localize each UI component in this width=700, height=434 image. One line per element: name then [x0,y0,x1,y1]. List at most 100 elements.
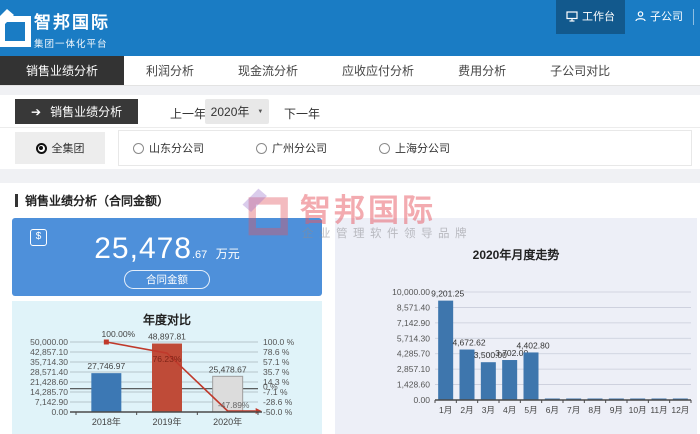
svg-text:35,714.30: 35,714.30 [30,357,68,367]
svg-text:25,478.67: 25,478.67 [209,364,247,374]
tab-5[interactable]: 费用分析 [436,56,528,85]
svg-text:48,897.81: 48,897.81 [148,332,186,342]
svg-text:50,000.00: 50,000.00 [30,337,68,347]
svg-text:-50.0 %: -50.0 % [263,407,293,417]
radio-label: 山东分公司 [149,143,204,155]
scope-option-all-group[interactable]: 全集团 [15,132,105,164]
radio-label: 广州分公司 [272,143,327,155]
title-accent-bar [15,194,18,207]
svg-text:1,428.60: 1,428.60 [397,380,430,390]
svg-text:-28.6 %: -28.6 % [263,397,293,407]
yearly-chart-canvas: 50,000.00 100.0 % 42,857.10 78.6 % 35,714.30… [30,329,295,427]
contract-amount-card: $ 25,478.67 万元 合同金额 [12,218,322,296]
yearly-comparison-chart: 年度对比 50,000.00 100.0 % 42,857.10 78.6 % 35,7… [12,301,322,434]
year-dropdown[interactable]: 2020年 ▼ [205,99,269,124]
svg-text:-47.89%: -47.89% [218,400,250,410]
svg-text:28,571.40: 28,571.40 [30,367,68,377]
svg-text:8,571.40: 8,571.40 [397,302,430,312]
subsidiary-label: 子公司 [650,11,683,23]
tab-6[interactable]: 子公司对比 [528,56,632,85]
svg-text:100.00%: 100.00% [102,329,136,339]
svg-text:2020年: 2020年 [213,416,242,427]
main-tab-bar: 销售业绩分析 利润分析 现金流分析 应收应付分析 费用分析 子公司对比 [0,56,700,86]
svg-text:21,428.60: 21,428.60 [30,377,68,387]
section-title: 销售业绩分析（合同金额） [15,192,169,209]
svg-text:7,142.90: 7,142.90 [35,397,68,407]
section-nav-button[interactable]: ➔ 销售业绩分析 [15,99,139,124]
svg-text:9,201.25: 9,201.25 [431,289,464,299]
scope-option-1[interactable]: 全集团 [35,140,85,156]
subsidiary-button[interactable]: 子公司 [625,0,693,34]
scope-option-2[interactable]: 山东分公司 [133,140,204,156]
brand-subtitle: 集团一体化平台 [34,39,108,50]
prev-year-button[interactable]: 上一年 [170,105,206,122]
monitor-icon [566,10,578,22]
tab-4[interactable]: 应收应付分析 [320,56,436,85]
svg-text:42,857.10: 42,857.10 [30,347,68,357]
radio-icon [379,142,390,154]
tab-1[interactable]: 销售业绩分析 [0,56,125,85]
svg-text:0.00: 0.00 [413,395,430,405]
arrow-right-icon: ➔ [31,104,42,119]
monthly-trend-chart: 2020年月度走势 10,000.00 8,571.40 7,142.90 5,714… [335,218,697,434]
scope-options-box: 山东分公司 广州分公司 上海分公司 [118,130,692,166]
svg-text:14,285.70: 14,285.70 [30,387,68,397]
year-toolbar: ➔ 销售业绩分析 上一年 2020年 ▼ 下一年 [0,95,700,128]
svg-text:9月: 9月 [610,405,623,415]
amount-integer: 25,478 [94,232,192,265]
header-separator [693,9,694,25]
workbench-button[interactable]: 工作台 [556,0,625,34]
amount-decimal: .67 [192,249,208,261]
section-title-text: 销售业绩分析（合同金额） [25,194,170,208]
svg-text:5,714.30: 5,714.30 [397,333,430,343]
svg-text:7,142.90: 7,142.90 [397,318,430,328]
svg-text:4,672.62: 4,672.62 [452,338,485,348]
brand-title: 智邦国际 [34,13,110,32]
content-panel: 销售业绩分析（合同金额） 智邦国际 企业管理软件领导品牌 $ 25,478.67… [0,183,700,434]
contract-amount-button[interactable]: 合同金额 [124,270,210,289]
scope-option-3[interactable]: 广州分公司 [256,140,327,156]
radio-icon [133,142,144,154]
year-dropdown-value: 2020年 [210,105,250,119]
next-year-button[interactable]: 下一年 [284,105,320,122]
svg-text:5月: 5月 [524,405,537,415]
radio-label: 全集团 [51,143,85,155]
svg-text:2,857.10: 2,857.10 [397,364,430,374]
scope-option-4[interactable]: 上海分公司 [379,140,450,156]
radio-icon [256,142,267,154]
app-header: 智邦国际 集团一体化平台 工作台 子公司 [0,0,700,56]
person-icon [635,10,646,21]
svg-text:10月: 10月 [629,405,647,415]
svg-text:6月: 6月 [546,405,559,415]
svg-text:76.23%: 76.23% [153,354,182,364]
svg-text:3月: 3月 [482,405,495,415]
svg-text:0.00: 0.00 [51,407,68,417]
svg-text:10,000.00: 10,000.00 [392,287,430,297]
monthly-chart-canvas: 10,000.00 8,571.40 7,142.90 5,714.30 4,285.7… [392,287,692,415]
svg-text:35.7 %: 35.7 % [263,367,290,377]
svg-text:4,402.80: 4,402.80 [516,340,549,350]
tab-2[interactable]: 利润分析 [124,56,216,85]
svg-text:0 %: 0 % [263,382,278,392]
header-actions: 工作台 子公司 [556,0,694,56]
section-nav-label: 销售业绩分析 [50,105,123,119]
svg-text:78.6 %: 78.6 % [263,347,290,357]
contract-amount-value: 25,478.67 万元 [12,232,322,266]
amount-unit: 万元 [215,247,240,261]
brand-logo-icon [0,9,31,47]
svg-text:11月: 11月 [650,405,667,415]
svg-text:12月: 12月 [671,405,689,415]
radio-icon [35,142,47,154]
svg-text:7月: 7月 [567,405,580,415]
radio-label: 上海分公司 [395,143,450,155]
svg-text:57.1 %: 57.1 % [263,357,290,367]
svg-text:8月: 8月 [588,405,601,415]
svg-text:2018年: 2018年 [92,416,121,427]
brand-block: 智邦国际 集团一体化平台 [34,8,110,50]
svg-text:100.0 %: 100.0 % [263,337,295,347]
tab-3[interactable]: 现金流分析 [216,56,320,85]
workbench-label: 工作台 [582,11,615,23]
scope-filter-row: 全集团 山东分公司 广州分公司 上海分公司 [0,128,700,169]
svg-text:2019年: 2019年 [152,416,181,427]
svg-text:27,746.97: 27,746.97 [87,361,125,371]
